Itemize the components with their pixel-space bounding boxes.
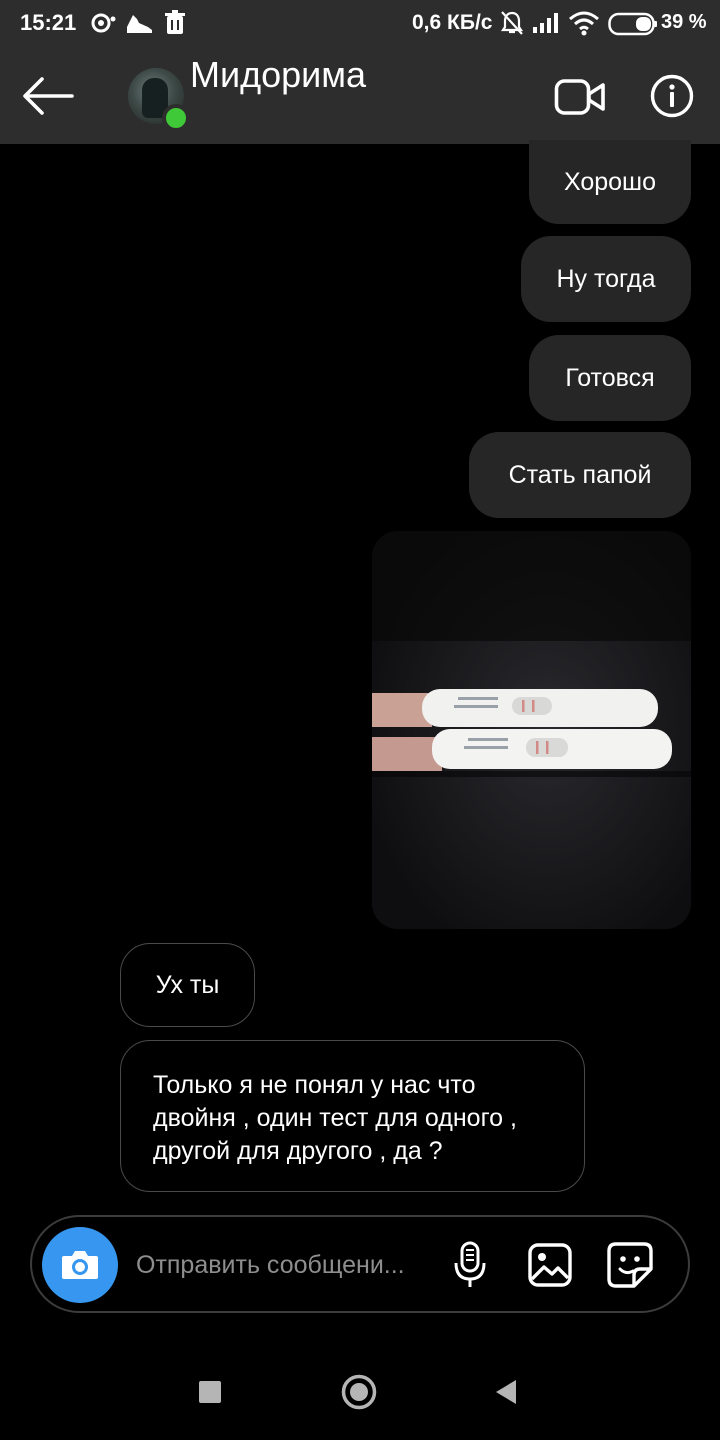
message-bubble-outgoing[interactable]: Хорошо [529, 140, 691, 224]
status-time: 15:21 [20, 10, 77, 35]
video-call-icon[interactable] [554, 76, 606, 118]
info-icon[interactable] [650, 74, 694, 118]
network-speed: 0,6 КБ/с [412, 11, 493, 34]
message-bubble-incoming[interactable]: Только я не понял у нас что двойня , оди… [120, 1040, 585, 1192]
system-nav-bar [0, 1340, 720, 1440]
message-bubble-outgoing[interactable]: Стать папой [469, 432, 691, 518]
microphone-icon[interactable] [452, 1241, 488, 1289]
back-triangle-icon[interactable] [494, 1378, 518, 1406]
photo-message[interactable] [372, 531, 691, 929]
message-bubble-incoming[interactable]: Ух ты [120, 943, 255, 1027]
message-text: Только я не понял у нас что двойня , оди… [153, 1071, 517, 1165]
chat-header: Мидорима [0, 48, 720, 144]
shoe-icon [127, 15, 152, 33]
gallery-icon[interactable] [528, 1243, 572, 1287]
message-text: Хорошо [563, 167, 657, 196]
mute-icon [500, 11, 524, 35]
home-circle-icon[interactable] [341, 1374, 377, 1410]
recents-square-icon[interactable] [199, 1381, 221, 1403]
camera-icon [62, 1251, 98, 1279]
sticker-icon[interactable] [606, 1241, 654, 1289]
wifi-icon [569, 11, 599, 36]
message-text: Ух ты [155, 970, 220, 999]
camera-button[interactable] [42, 1227, 118, 1303]
online-status-dot [162, 104, 190, 132]
message-bubble-outgoing[interactable]: Ну тогда [521, 236, 691, 322]
trash-icon [165, 10, 185, 34]
message-bubble-outgoing[interactable]: Готовся [529, 335, 691, 421]
message-composer [30, 1215, 690, 1313]
back-arrow-icon[interactable] [20, 74, 76, 118]
message-text: Готовся [565, 363, 655, 392]
contact-name[interactable]: Мидорима [190, 54, 366, 96]
message-text: Стать папой [508, 460, 652, 489]
notification-icon [91, 13, 116, 33]
message-text: Ну тогда [556, 264, 656, 293]
message-input[interactable] [136, 1247, 428, 1283]
photo-image [372, 531, 691, 929]
battery-icon [608, 12, 657, 36]
signal-icon [533, 13, 558, 33]
status-bar: 15:21 0,6 КБ/с 39 % [0, 0, 720, 48]
battery-level: 39 % [661, 11, 707, 33]
